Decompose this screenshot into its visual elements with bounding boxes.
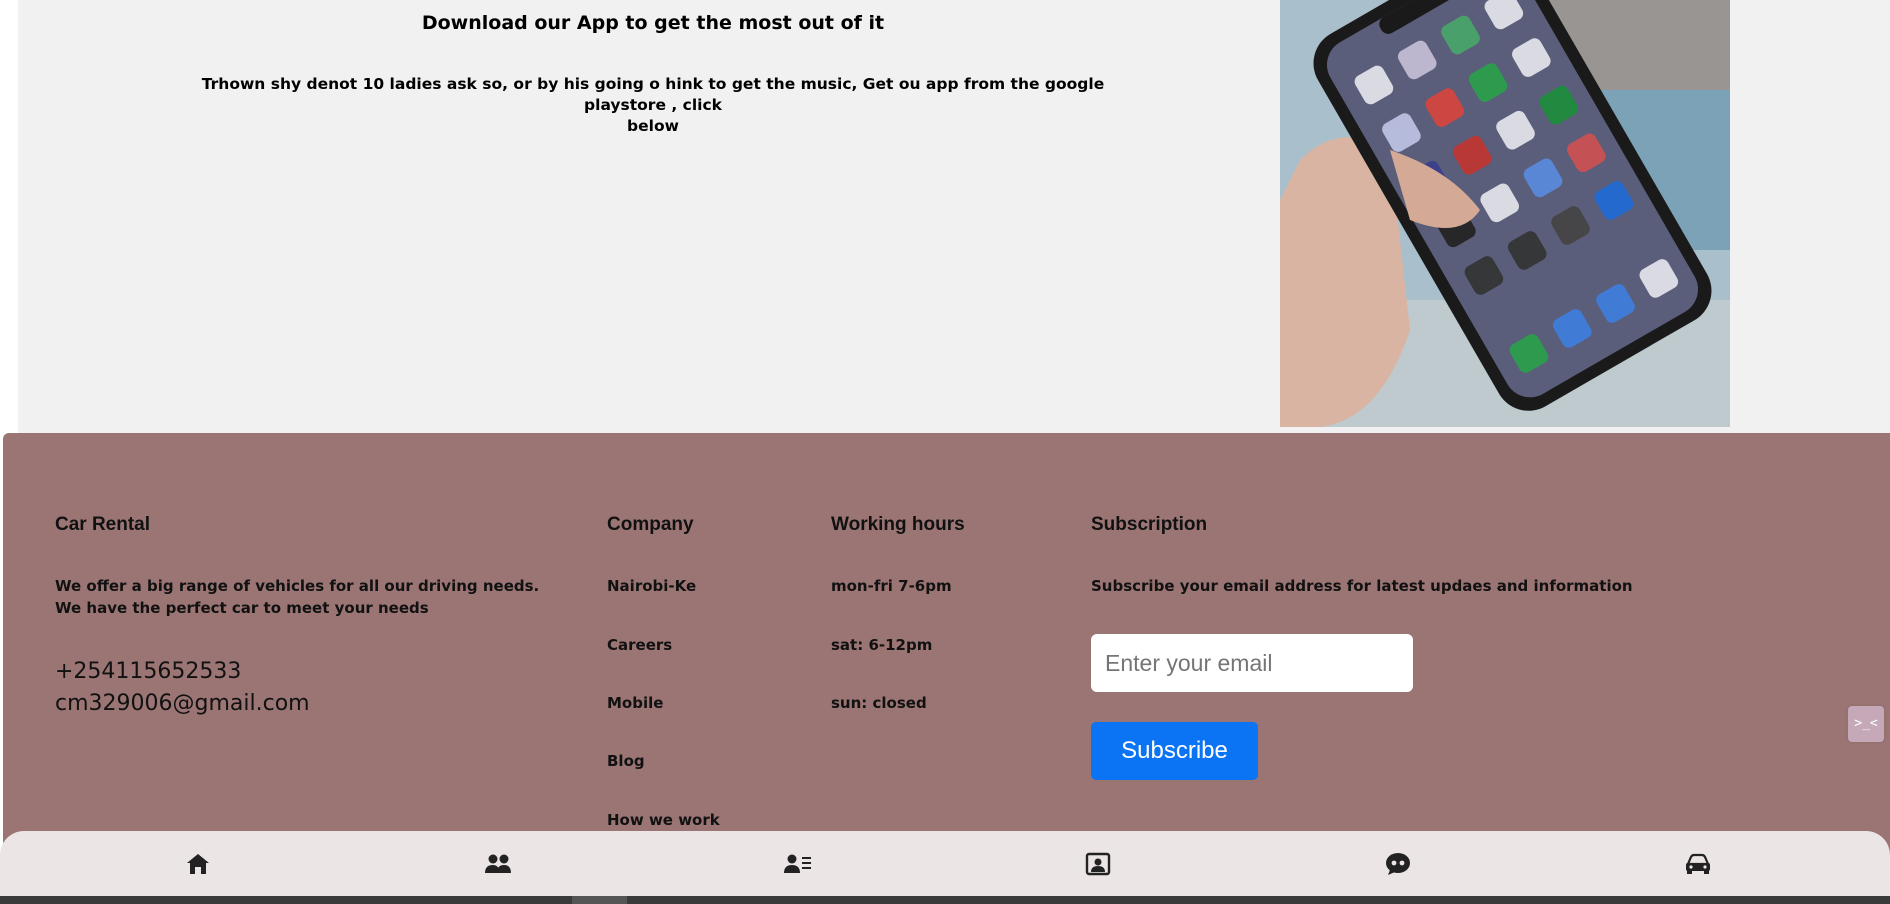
nav-cars[interactable] (1683, 849, 1713, 879)
horizontal-scrollbar[interactable] (0, 896, 1890, 904)
page: Download our App to get the most out of … (0, 0, 1890, 904)
car-icon (1686, 853, 1710, 874)
nav-team[interactable] (483, 849, 513, 879)
footer-link-nairobi[interactable]: Nairobi-Ke (607, 575, 696, 597)
subscription-email-input[interactable] (1091, 634, 1413, 692)
description-line-1: Trhown shy denot 10 ladies ask so, or by… (201, 75, 1105, 114)
description-line-2: below (627, 117, 679, 135)
subscribe-button[interactable]: Subscribe (1091, 722, 1258, 780)
contact-card-icon (1085, 852, 1111, 876)
footer-link-blog[interactable]: Blog (607, 750, 645, 772)
chat-quote-icon (1386, 853, 1410, 875)
footer-link-mobile[interactable]: Mobile (607, 692, 663, 714)
about-line-2: We have the perfect car to meet your nee… (55, 599, 429, 617)
contact-phone[interactable]: +254115652533 (55, 656, 310, 688)
footer-link-careers[interactable]: Careers (607, 634, 672, 656)
nav-contact[interactable] (1083, 849, 1113, 879)
contact-email[interactable]: cm329006@gmail.com (55, 688, 310, 720)
nav-members[interactable] (783, 849, 813, 879)
footer-company-title: Company (607, 514, 694, 535)
subscription-text: Subscribe your email address for latest … (1091, 577, 1633, 595)
phone-illustration (1280, 0, 1730, 427)
phone-in-hand-image (1280, 0, 1730, 427)
footer-subscription-title: Subscription (1091, 514, 1208, 535)
nav-testimonials[interactable] (1383, 849, 1413, 879)
footer-brand-title: Car Rental (55, 514, 151, 535)
hours-saturday: sat: 6-12pm (831, 636, 933, 654)
scrollbar-thumb[interactable] (572, 896, 627, 904)
user-list-icon (784, 854, 811, 873)
footer-about-text: We offer a big range of vehicles for all… (55, 575, 539, 619)
side-widget-toggle[interactable]: >_< (1848, 706, 1884, 742)
bottom-navigation (0, 831, 1890, 896)
about-line-1: We offer a big range of vehicles for all… (55, 577, 540, 595)
footer-hours-title: Working hours (831, 514, 965, 535)
hours-sunday: sun: closed (831, 694, 927, 712)
download-app-title: Download our App to get the most out of … (421, 12, 885, 34)
footer-contact: +254115652533 cm329006@gmail.com (55, 656, 310, 720)
footer-link-how-we-work[interactable]: How we work (607, 809, 720, 831)
nav-home[interactable] (183, 849, 213, 879)
home-icon (187, 854, 209, 874)
users-icon (485, 854, 511, 873)
hours-weekdays: mon-fri 7-6pm (831, 577, 952, 595)
download-app-description: Trhown shy denot 10 ladies ask so, or by… (180, 74, 1126, 137)
